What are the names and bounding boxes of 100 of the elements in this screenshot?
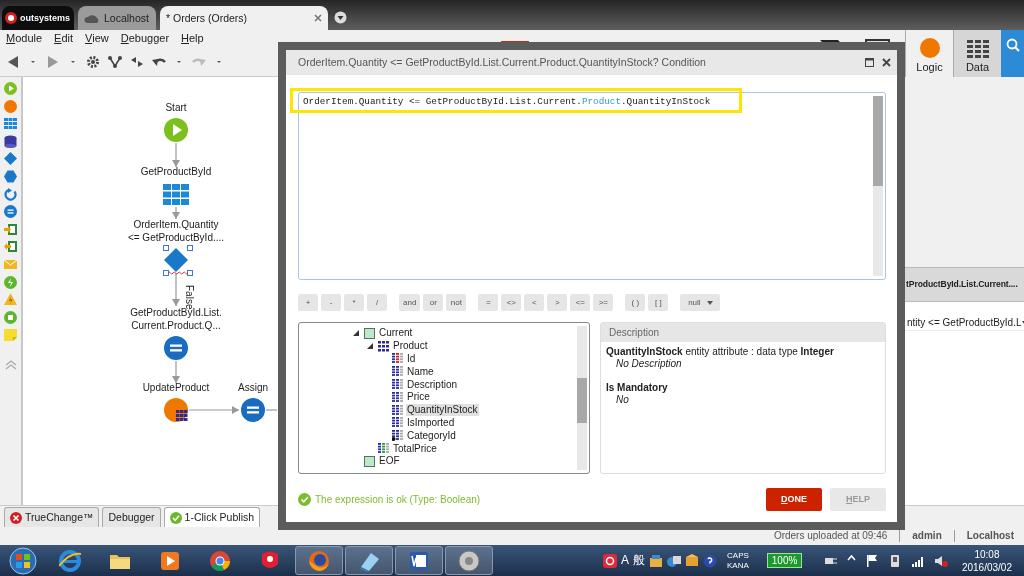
tree-item[interactable]: Product bbox=[392, 340, 429, 353]
validation-message: The expression is ok (Type: Boolean) bbox=[315, 493, 481, 506]
expression-editor[interactable]: OrderItem.Quantity <= GetProductById.List.Current.Product.QuantityInStock bbox=[298, 92, 886, 280]
diamond-icon[interactable] bbox=[164, 248, 188, 272]
browser-icon[interactable] bbox=[59, 549, 81, 572]
tree-item[interactable]: Current bbox=[378, 327, 414, 340]
tree-item[interactable]: EOF bbox=[378, 455, 401, 468]
maximize-icon[interactable] bbox=[865, 58, 874, 67]
branch-icon[interactable] bbox=[108, 54, 122, 69]
panel-header: Description bbox=[601, 323, 885, 342]
swap-icon[interactable] bbox=[130, 54, 144, 69]
app-tab[interactable]: outsystems bbox=[2, 6, 74, 30]
box-icon[interactable] bbox=[685, 553, 699, 568]
menu-item[interactable]: Help bbox=[175, 31, 210, 46]
close-icon[interactable] bbox=[314, 14, 322, 22]
operator-button[interactable]: * bbox=[344, 294, 364, 311]
table-icon[interactable] bbox=[163, 183, 189, 205]
tree-item[interactable]: Description bbox=[406, 378, 459, 391]
operator-button[interactable]: - bbox=[321, 294, 341, 311]
kana-indicator: KANA bbox=[727, 560, 749, 571]
ime-indicator[interactable]: A bbox=[621, 553, 629, 568]
operator-button[interactable]: or bbox=[423, 294, 444, 311]
selection-handle[interactable] bbox=[163, 245, 169, 251]
tree-item[interactable]: IsImported bbox=[406, 416, 456, 429]
tree-item[interactable]: QuantityInStock bbox=[406, 404, 479, 417]
spreadsheet-icon[interactable] bbox=[4, 240, 17, 254]
logo-icon bbox=[5, 12, 17, 24]
panel-tab[interactable]: Debugger bbox=[102, 507, 161, 527]
operator-button[interactable]: = bbox=[478, 294, 499, 311]
document-icon[interactable] bbox=[408, 549, 430, 572]
dialog-title: OrderItem.Quantity <= GetProductById.List.Current.Product.QuantityInStock? Condition bbox=[298, 56, 706, 69]
selection-handle[interactable] bbox=[187, 270, 193, 276]
selection-handle[interactable] bbox=[187, 245, 193, 251]
pen-icon[interactable] bbox=[667, 553, 681, 568]
back-icon[interactable] bbox=[6, 54, 20, 69]
done-button[interactable]: DONE bbox=[766, 488, 822, 511]
browser-icon[interactable] bbox=[209, 549, 231, 572]
refresh-icon[interactable] bbox=[4, 187, 17, 201]
operator-button[interactable]: >= bbox=[593, 294, 614, 311]
menu-item[interactable]: Debugger bbox=[114, 31, 176, 46]
flag-icon[interactable] bbox=[865, 553, 880, 568]
equals-icon[interactable] bbox=[241, 398, 265, 422]
start-button[interactable] bbox=[8, 546, 37, 575]
diamond-icon[interactable] bbox=[4, 152, 17, 166]
node-label: GetProductById bbox=[140, 165, 212, 178]
operator-button[interactable]: + bbox=[298, 294, 318, 311]
field-value: No bbox=[615, 394, 630, 406]
database-icon[interactable] bbox=[4, 134, 17, 148]
warning-icon[interactable] bbox=[4, 293, 17, 307]
operator-button[interactable]: and bbox=[399, 294, 421, 311]
operator-button[interactable]: > bbox=[547, 294, 568, 311]
operator-button[interactable]: <> bbox=[501, 294, 522, 311]
selection-handle[interactable] bbox=[163, 270, 169, 276]
arrow bbox=[172, 272, 180, 307]
operator-button[interactable]: not bbox=[446, 294, 467, 311]
operator-button[interactable]: [ ] bbox=[648, 294, 669, 311]
battery-indicator[interactable]: 100% bbox=[766, 553, 803, 568]
operator-button[interactable]: <= bbox=[570, 294, 591, 311]
app-icon[interactable] bbox=[603, 553, 617, 568]
media-player-icon[interactable] bbox=[159, 549, 181, 572]
node-label: Start bbox=[165, 101, 187, 114]
search-icon[interactable] bbox=[1005, 38, 1020, 52]
operator-button[interactable]: / bbox=[367, 294, 387, 311]
null-dropdown[interactable]: null bbox=[680, 294, 721, 311]
tree-item[interactable]: Price bbox=[406, 391, 431, 404]
spreadsheet-icon[interactable] bbox=[4, 222, 17, 236]
menu-item[interactable]: Module bbox=[0, 31, 49, 46]
dropdown-icon[interactable] bbox=[334, 11, 347, 24]
menu-item[interactable]: View bbox=[79, 31, 115, 46]
disc-icon[interactable] bbox=[458, 549, 480, 572]
tree-item[interactable]: TotalPrice bbox=[392, 442, 438, 455]
app-tab[interactable]: * Orders (Orders) bbox=[160, 6, 328, 30]
side-tab[interactable]: Data bbox=[953, 30, 1001, 77]
help-icon[interactable] bbox=[703, 553, 717, 568]
menu-item[interactable]: Edit bbox=[48, 31, 80, 46]
app-tab[interactable]: Localhost bbox=[78, 6, 156, 30]
cloud-icon bbox=[84, 13, 100, 23]
equals-icon[interactable] bbox=[4, 205, 17, 219]
field-label: Is Mandatory bbox=[605, 382, 669, 394]
scrollbar[interactable] bbox=[577, 378, 587, 423]
expander-icon[interactable] bbox=[351, 329, 361, 338]
update-icon[interactable] bbox=[164, 398, 188, 422]
operator-button[interactable]: ( ) bbox=[625, 294, 646, 311]
tree-item[interactable]: CategoryId bbox=[406, 429, 457, 442]
ime-indicator[interactable]: 般 bbox=[633, 553, 645, 568]
toolbox-icon[interactable] bbox=[649, 553, 663, 568]
operator-button[interactable]: < bbox=[524, 294, 545, 311]
close-icon[interactable] bbox=[882, 58, 891, 67]
gear-icon[interactable] bbox=[86, 54, 100, 69]
scrollbar[interactable] bbox=[873, 96, 883, 186]
speaker-icon[interactable] bbox=[934, 553, 949, 568]
panel-tab[interactable]: 1-Click Publish bbox=[163, 507, 261, 527]
tree-item[interactable]: Id bbox=[406, 353, 417, 365]
tree-item[interactable]: Name bbox=[406, 365, 435, 378]
clock[interactable]: 10:08 2016/03/02 bbox=[961, 547, 1012, 574]
hexagon-icon[interactable] bbox=[4, 169, 17, 183]
expander-icon[interactable] bbox=[365, 342, 375, 351]
checkbox-icon bbox=[364, 327, 375, 339]
equals-icon[interactable] bbox=[164, 336, 188, 360]
panel-tab[interactable]: TrueChange™ bbox=[4, 507, 100, 527]
